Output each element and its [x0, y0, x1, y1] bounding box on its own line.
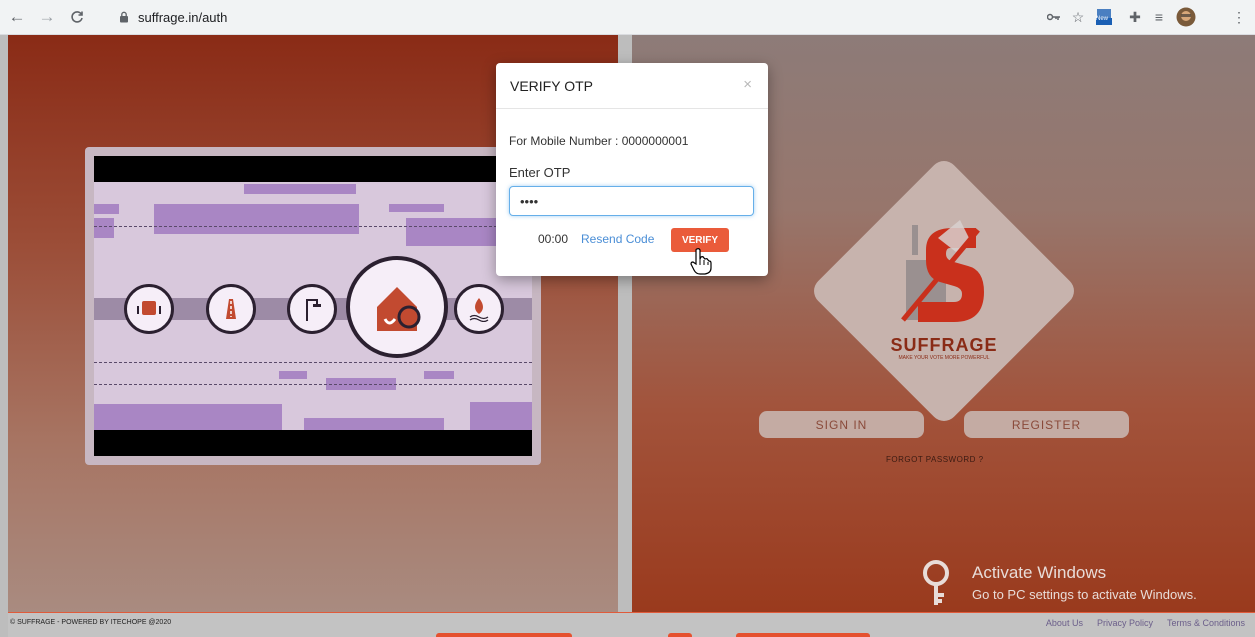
video-illustration: [94, 156, 532, 456]
tap-icon: [124, 284, 174, 334]
logo-tagline: MAKE YOUR VOTE MORE POWERFUL: [898, 355, 990, 361]
footer-link-about[interactable]: About Us: [1046, 618, 1083, 628]
reload-icon[interactable]: [64, 4, 90, 30]
verify-otp-modal: VERIFY OTP × For Mobile Number : 0000000…: [496, 63, 768, 276]
avatar[interactable]: [1175, 6, 1197, 28]
url-text: suffrage.in/auth: [138, 9, 228, 25]
footer-link-terms[interactable]: Terms & Conditions: [1167, 618, 1245, 628]
water-drop-icon: [454, 284, 504, 334]
register-button[interactable]: REGISTER: [964, 411, 1129, 438]
footer-button-peek: [436, 633, 572, 637]
back-icon[interactable]: ←: [4, 4, 30, 30]
lock-icon: [120, 11, 128, 23]
close-icon[interactable]: ×: [743, 76, 752, 93]
star-icon[interactable]: ☆: [1067, 6, 1089, 28]
resend-code-link[interactable]: Resend Code: [581, 232, 654, 246]
mobile-number-text: For Mobile Number : 0000000001: [509, 134, 689, 148]
footer: © SUFFRAGE - POWERED BY ITECHOPE @2020 A…: [8, 612, 1255, 637]
browser-toolbar: ← → suffrage.in/auth ☆ New ✚ ≡ ⋮: [0, 0, 1255, 35]
new-badge: New: [1096, 16, 1109, 22]
intro-video[interactable]: [85, 147, 541, 465]
hand-cursor-icon: [690, 248, 712, 275]
otp-label: Enter OTP: [509, 165, 571, 180]
modal-header: VERIFY OTP ×: [496, 63, 768, 109]
sign-in-button[interactable]: SIGN IN: [759, 411, 924, 438]
puzzle-icon[interactable]: ✚: [1124, 6, 1146, 28]
forgot-password-link[interactable]: FORGOT PASSWORD ?: [886, 455, 984, 464]
footer-button-peek: [736, 633, 870, 637]
otp-timer: 00:00: [538, 232, 569, 246]
new-extension-icon[interactable]: New: [1093, 6, 1115, 28]
house-water-icon: [346, 256, 448, 358]
menu-icon[interactable]: ⋮: [1228, 6, 1250, 28]
logo-text: SUFFRAGE: [890, 335, 998, 355]
reading-list-icon[interactable]: ≡: [1148, 6, 1170, 28]
forward-icon[interactable]: →: [34, 4, 60, 30]
road-icon: [206, 284, 256, 334]
watermark-title: Activate Windows: [972, 563, 1107, 582]
copyright-text: © SUFFRAGE - POWERED BY ITECHOPE @2020: [10, 619, 172, 626]
otp-input[interactable]: [509, 186, 754, 216]
watermark-subtitle: Go to PC settings to activate Windows.: [972, 587, 1197, 602]
modal-title: VERIFY OTP: [510, 78, 593, 94]
suffrage-logo: SUFFRAGE MAKE YOUR VOTE MORE POWERFUL: [808, 155, 1080, 427]
footer-button-peek: [668, 633, 692, 637]
suffrage-emblem-icon: [901, 220, 984, 322]
footer-link-privacy[interactable]: Privacy Policy: [1097, 618, 1153, 628]
key-icon[interactable]: [1043, 6, 1065, 28]
key-watermark-icon: [923, 560, 949, 605]
streetlight-icon: [287, 284, 337, 334]
